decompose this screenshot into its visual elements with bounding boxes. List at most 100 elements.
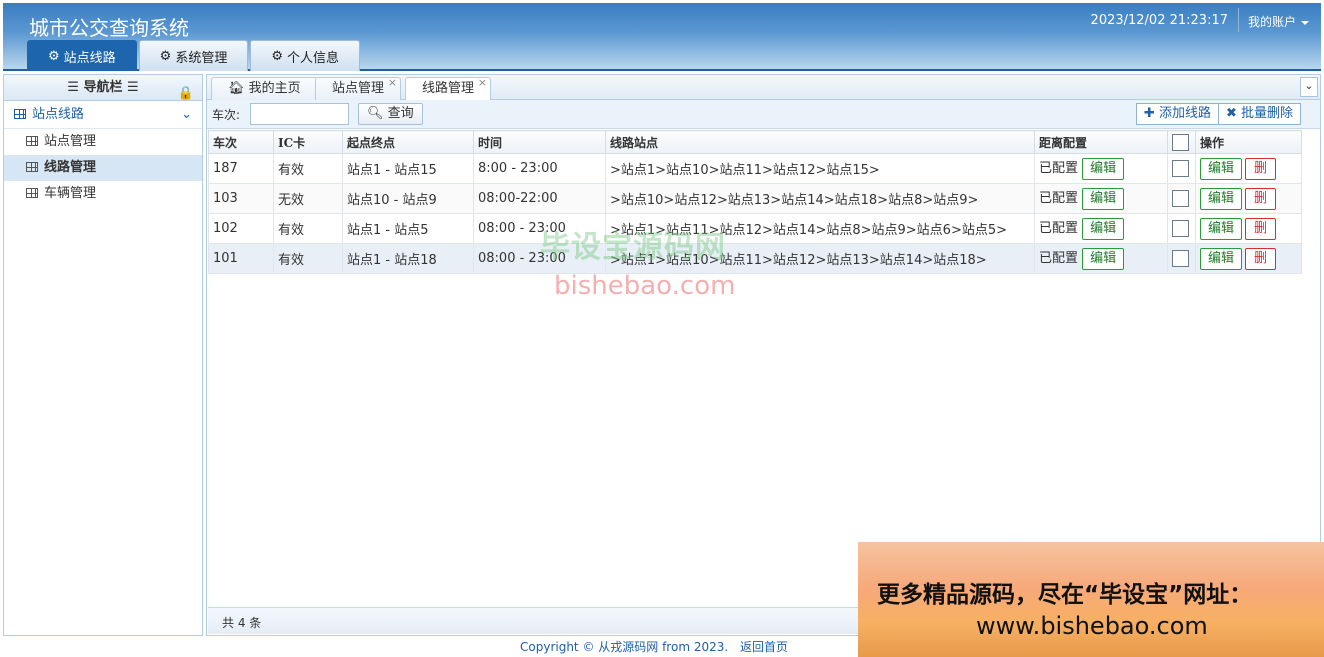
delete-button[interactable]: 删 (1245, 247, 1277, 270)
menu-icon: ☰ (122, 80, 139, 95)
col-header: 车次 (208, 130, 274, 154)
edit-button[interactable]: 编辑 (1200, 157, 1243, 180)
table-icon (14, 109, 26, 119)
cell-select (1167, 183, 1196, 214)
col-header: 线路站点 (605, 130, 1035, 154)
edit-distance-button[interactable]: 编辑 (1082, 247, 1125, 270)
col-header: 时间 (473, 130, 606, 154)
chevron-down-icon: ⌄ (181, 107, 192, 122)
row-checkbox[interactable] (1172, 250, 1189, 267)
cell-time: 8:00 - 23:00 (473, 153, 606, 184)
cell-ic: 有效 (273, 243, 343, 274)
cell-ic: 无效 (273, 183, 343, 214)
cell-ic: 有效 (273, 213, 343, 244)
account-menu[interactable]: 我的账户 (1248, 13, 1309, 30)
cell-dist: 已配置 编辑 (1034, 213, 1168, 244)
content-tabbar: 🏠︎ 我的主页 站点管理 × 线路管理 × ⌄ (207, 75, 1320, 101)
chevron-double-down-icon[interactable]: ⌄ (1300, 77, 1318, 97)
tab-stations[interactable]: 站点管理 × (315, 76, 402, 100)
menu-icon: ☰ (67, 80, 84, 95)
cell-actions: 编辑删 (1195, 213, 1302, 244)
cell-ic: 有效 (273, 153, 343, 184)
table-row: 187 有效 站点1 - 站点15 8:00 - 23:00 >站点1>站点10… (208, 153, 1302, 184)
total-count: 共 4 条 (222, 616, 262, 630)
main-tabs: ⚙ 站点线路 ⚙ 系统管理 ⚙ 个人信息 (27, 40, 361, 71)
row-checkbox[interactable] (1172, 160, 1189, 177)
main-tab-routes[interactable]: ⚙ 站点线路 (27, 40, 137, 71)
batch-delete-button[interactable]: ✖ 批量删除 (1218, 103, 1301, 125)
table-icon (26, 188, 38, 198)
col-header: 操作 (1195, 130, 1302, 154)
cell-dist: 已配置 编辑 (1034, 183, 1168, 214)
bus-number-input[interactable] (250, 103, 349, 125)
cell-stops: >站点10>站点12>站点13>站点14>站点18>站点8>站点9> (605, 183, 1035, 214)
delete-button[interactable]: 删 (1245, 187, 1277, 210)
edit-distance-button[interactable]: 编辑 (1082, 187, 1125, 210)
cell-ends: 站点1 - 站点5 (342, 213, 474, 244)
caret-down-icon (1301, 20, 1309, 25)
cell-select (1167, 213, 1196, 244)
row-checkbox[interactable] (1172, 220, 1189, 237)
toolbar: 车次: 🔍︎ 查询 ✚ 添加线路 ✖ 批量删除 (207, 100, 1320, 129)
col-header: IC卡 (273, 130, 343, 154)
delete-button[interactable]: 删 (1245, 157, 1277, 180)
cell-actions: 编辑删 (1195, 183, 1302, 214)
ad-banner[interactable]: 更多精品源码，尽在“毕设宝”网址： www.bishebao.com (858, 542, 1324, 657)
cell-dist: 已配置 编辑 (1034, 153, 1168, 184)
tab-home[interactable]: 🏠︎ 我的主页 (211, 77, 318, 100)
edit-distance-button[interactable]: 编辑 (1082, 217, 1125, 240)
watermark-url: bishebao.com (554, 271, 736, 301)
cell-select (1167, 243, 1196, 274)
search-icon: 🔍︎ (367, 106, 388, 121)
table-row: 101 有效 站点1 - 站点18 08:00 - 23:00 >站点1>站点1… (208, 243, 1302, 274)
header-divider (1238, 8, 1239, 32)
ad-line1: 更多精品源码，尽在“毕设宝”网址： (877, 582, 1253, 608)
table-icon (26, 136, 38, 146)
edit-button[interactable]: 编辑 (1200, 247, 1243, 270)
sidebar-item-vehicles[interactable]: 车辆管理 (4, 181, 202, 207)
gear-icon: ⚙ (271, 48, 283, 64)
sidebar-item-routes[interactable]: 线路管理 (4, 155, 202, 181)
plus-icon: ✚ (1143, 106, 1159, 121)
routes-table: 车次 IC卡 起点终点 时间 线路站点 距离配置 操作 187 有效 站点1 -… (208, 130, 1302, 274)
cell-select (1167, 153, 1196, 184)
edit-button[interactable]: 编辑 (1200, 217, 1243, 240)
datetime-display: 2023/12/02 21:23:17 (1090, 13, 1228, 28)
select-all-cell (1167, 130, 1196, 154)
close-icon[interactable]: × (388, 72, 397, 94)
sidebar-item-stations[interactable]: 站点管理 (4, 129, 202, 155)
edit-distance-button[interactable]: 编辑 (1082, 157, 1125, 180)
close-icon[interactable]: × (478, 72, 487, 94)
tab-routes[interactable]: 线路管理 × (405, 76, 492, 101)
sidebar: ☰ 导航栏 ☰ 🔒 站点线路 ⌄ 站点管理 线路管理 车辆管理 (3, 74, 203, 636)
cell-actions: 编辑删 (1195, 153, 1302, 184)
sidebar-group-routes[interactable]: 站点线路 ⌄ (4, 101, 202, 129)
gear-icon: ⚙ (48, 48, 60, 64)
main-tab-system[interactable]: ⚙ 系统管理 (138, 40, 249, 71)
edit-button[interactable]: 编辑 (1200, 187, 1243, 210)
search-button[interactable]: 🔍︎ 查询 (358, 103, 423, 125)
main-tab-profile[interactable]: ⚙ 个人信息 (250, 40, 361, 71)
search-label: 车次: (212, 108, 241, 122)
row-checkbox[interactable] (1172, 190, 1189, 207)
cell-no: 187 (208, 153, 274, 184)
sidebar-title: 导航栏 (83, 80, 123, 95)
home-icon: 🏠︎ (228, 81, 249, 96)
add-route-button[interactable]: ✚ 添加线路 (1135, 103, 1219, 125)
ad-line2: www.bishebao.com (976, 612, 1208, 640)
cell-ends: 站点1 - 站点15 (342, 153, 474, 184)
cell-no: 103 (208, 183, 274, 214)
cell-time: 08:00-22:00 (473, 183, 606, 214)
app-title: 城市公交查询系统 (29, 16, 189, 40)
account-label: 我的账户 (1247, 15, 1296, 29)
cell-no: 102 (208, 213, 274, 244)
cell-stops: >站点1>站点10>站点11>站点12>站点15> (605, 153, 1035, 184)
copyright: Copyright © 从戎源码网 from 2023. 返回首页 (520, 640, 789, 654)
select-all-checkbox[interactable] (1172, 133, 1189, 151)
x-icon: ✖ (1225, 106, 1241, 121)
delete-button[interactable]: 删 (1245, 217, 1277, 240)
cell-actions: 编辑删 (1195, 243, 1302, 274)
home-link[interactable]: 返回首页 (740, 640, 788, 654)
cell-dist: 已配置 编辑 (1034, 243, 1168, 274)
gear-icon: ⚙ (159, 48, 172, 64)
